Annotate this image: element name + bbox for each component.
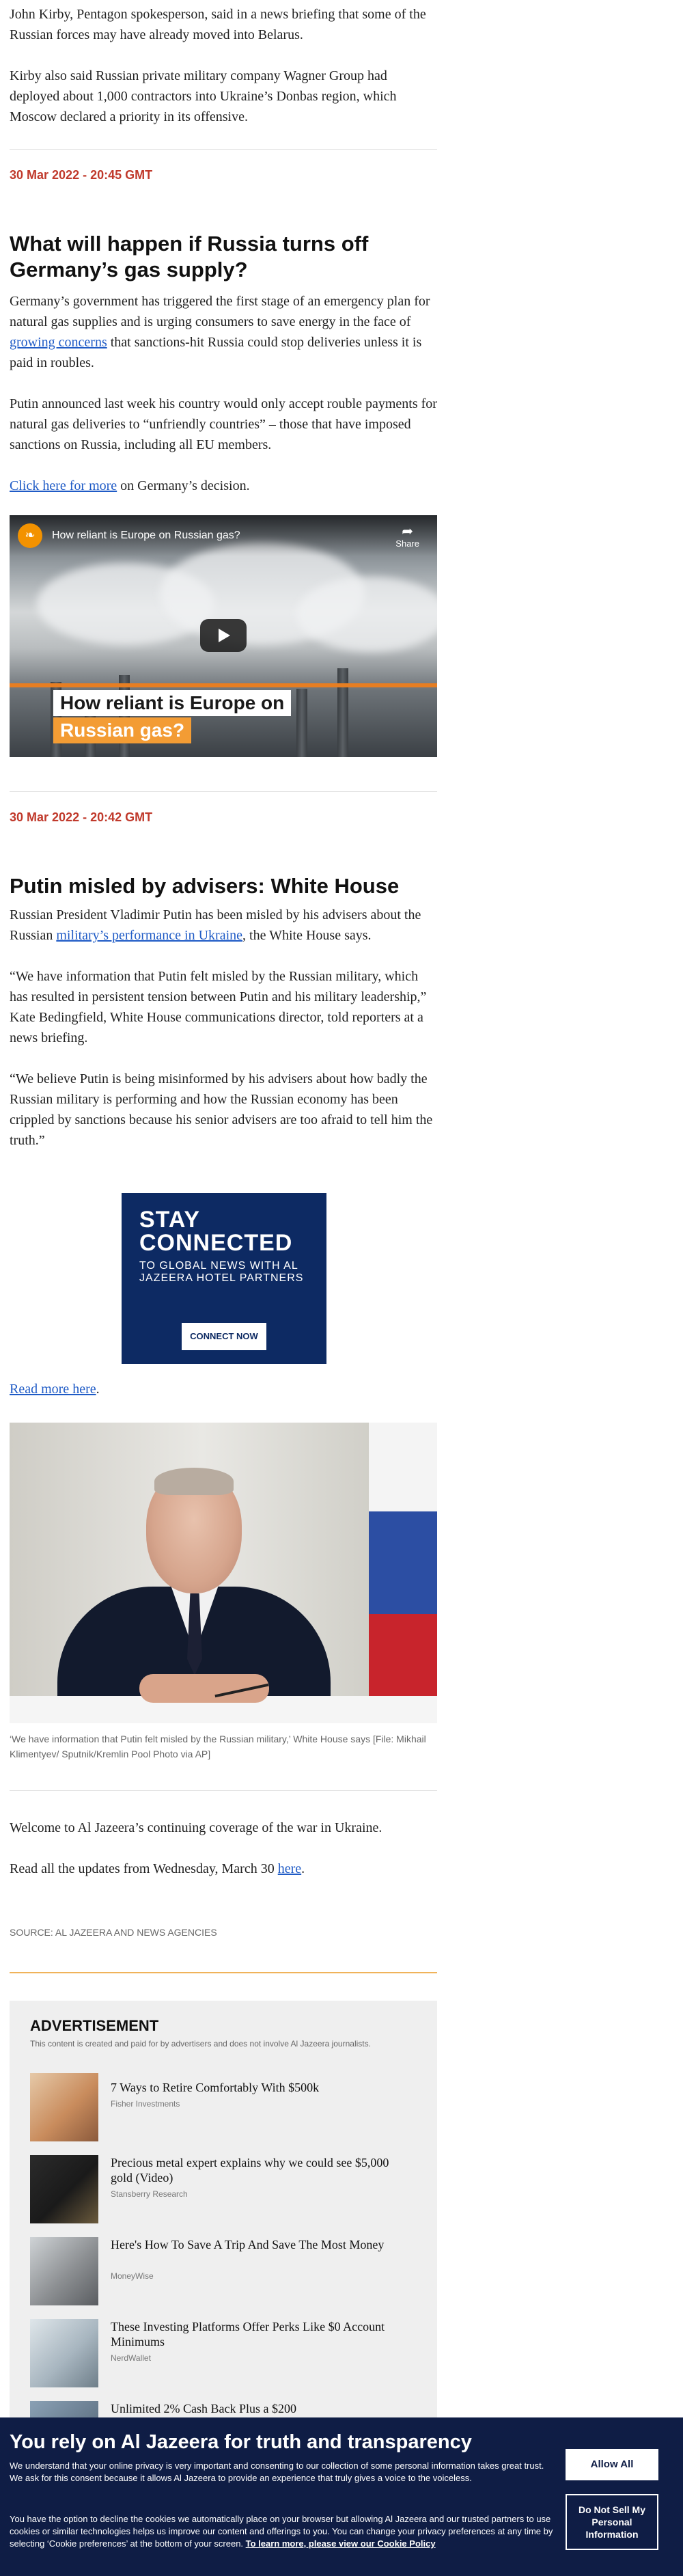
connect-now-button[interactable]: CONNECT NOW (182, 1323, 266, 1350)
steam-cloud (296, 577, 437, 652)
paragraph: Read more here. (10, 1382, 100, 1397)
chimney (119, 675, 130, 757)
video-caption-line2: Russian gas? (53, 717, 192, 743)
chimney (337, 668, 348, 757)
divider (10, 791, 437, 792)
share-icon: ➦ (402, 524, 414, 539)
paragraph: Welcome to Al Jazeera’s continuing cover… (10, 1820, 382, 1835)
advertisement-note: This content is created and paid for by … (30, 2039, 371, 2049)
advertisement-title: ADVERTISEMENT (30, 2017, 159, 2034)
video-player[interactable]: ❧ How reliant is Europe on Russian gas? … (10, 515, 437, 757)
post-body: Russian President Vladimir Putin has bee… (10, 905, 437, 1151)
divider (10, 1972, 437, 1973)
ad-line2: CONNECTED (139, 1230, 293, 1256)
ad-thumbnail (30, 2319, 98, 2387)
ad-item-source: Stansberry Research (111, 2189, 188, 2199)
ad-thumbnail (30, 2237, 98, 2305)
paragraph: “We believe Putin is being misinformed b… (10, 1071, 433, 1148)
source-line: SOURCE: AL JAZEERA AND NEWS AGENCIES (10, 1927, 217, 1938)
do-not-sell-button[interactable]: Do Not Sell My Personal Information (566, 2494, 658, 2550)
ad-item-title: Here's How To Save A Trip And Save The M… (111, 2238, 385, 2251)
divider (10, 1790, 437, 1791)
ad-item[interactable]: Here's How To Save A Trip And Save The M… (30, 2237, 413, 2305)
paragraph: Russian President Vladimir Putin has bee… (10, 907, 421, 943)
paragraph: Putin announced last week his country wo… (10, 396, 437, 452)
ad-line3: TO GLOBAL NEWS WITH AL JAZEERA HOTEL PAR… (139, 1260, 304, 1284)
paragraph: Read all the updates from Wednesday, Mar… (10, 1861, 305, 1876)
russian-flag (369, 1423, 437, 1511)
post-timestamp: 30 Mar 2022 - 20:42 GMT (10, 810, 153, 824)
chimney (296, 689, 307, 757)
top-paragraphs: John Kirby, Pentagon spokesperson, said … (10, 4, 437, 127)
cookie-text: You have the option to decline the cooki… (10, 2514, 553, 2549)
ad-item-title: 7 Ways to Retire Comfortably With $500k (111, 2081, 320, 2094)
growing-concerns-link[interactable]: growing concerns (10, 335, 107, 350)
ad-item[interactable]: 7 Ways to Retire Comfortably With $500k … (30, 2073, 413, 2141)
updates-here-link[interactable]: here (278, 1861, 301, 1876)
ad-line1: STAY (139, 1207, 201, 1233)
paragraph: John Kirby, Pentagon spokesperson, said … (10, 7, 426, 42)
ad-item[interactable]: These Investing Platforms Offer Perks Li… (30, 2319, 413, 2387)
ad-item-title: These Investing Platforms Offer Perks Li… (111, 2320, 385, 2348)
allow-all-button[interactable]: Allow All (566, 2449, 658, 2480)
cookie-text: We understand that your online privacy i… (10, 2461, 544, 2483)
ad-thumbnail (30, 2073, 98, 2141)
welcome-section: Welcome to Al Jazeera’s continuing cover… (10, 1818, 437, 1879)
post-body: Germany’s government has triggered the f… (10, 291, 437, 496)
ad-item-title: Unlimited 2% Cash Back Plus a $200 (111, 2402, 296, 2415)
paragraph: Click here for more on Germany’s decisio… (10, 478, 250, 493)
read-more-link[interactable]: Read more here (10, 1382, 96, 1397)
post-headline: Putin misled by advisers: White House (10, 874, 400, 898)
hotel-partners-ad[interactable]: STAY CONNECTED TO GLOBAL NEWS WITH AL JA… (122, 1193, 326, 1364)
post-headline: What will happen if Russia turns off Ger… (10, 232, 369, 282)
read-more: Read more here. (10, 1379, 437, 1399)
photo-caption: ‘We have information that Putin felt mis… (10, 1734, 426, 1759)
aljazeera-logo-icon[interactable]: ❧ (18, 523, 42, 548)
divider (10, 149, 437, 150)
paragraph: Germany’s government has triggered the f… (10, 294, 430, 370)
video-title[interactable]: How reliant is Europe on Russian gas? (52, 530, 240, 542)
ad-item[interactable]: Precious metal expert explains why we co… (30, 2155, 413, 2223)
cookie-heading: You rely on Al Jazeera for truth and tra… (10, 2431, 472, 2453)
cookie-consent-banner: You rely on Al Jazeera for truth and tra… (0, 2417, 683, 2576)
paragraph: Kirby also said Russian private military… (10, 68, 397, 124)
paragraph: “We have information that Putin felt mis… (10, 969, 427, 1045)
share-button[interactable]: ➦ Share (395, 525, 419, 549)
putin-photo (10, 1423, 437, 1723)
cookie-policy-link[interactable]: To learn more, please view our Cookie Po… (246, 2538, 436, 2549)
play-button[interactable] (200, 619, 247, 652)
ad-item-source: MoneyWise (111, 2271, 154, 2281)
ad-item-title: Precious metal expert explains why we co… (111, 2156, 389, 2184)
video-caption-line1: How reliant is Europe on (53, 690, 292, 716)
ad-item-source: NerdWallet (111, 2353, 151, 2363)
military-performance-link[interactable]: military’s performance in Ukraine (56, 928, 242, 943)
click-here-link[interactable]: Click here for more (10, 478, 117, 493)
post-timestamp: 30 Mar 2022 - 20:45 GMT (10, 168, 153, 182)
video-progress-bar[interactable] (10, 683, 437, 687)
ad-item-source: Fisher Investments (111, 2099, 180, 2109)
ad-thumbnail (30, 2155, 98, 2223)
